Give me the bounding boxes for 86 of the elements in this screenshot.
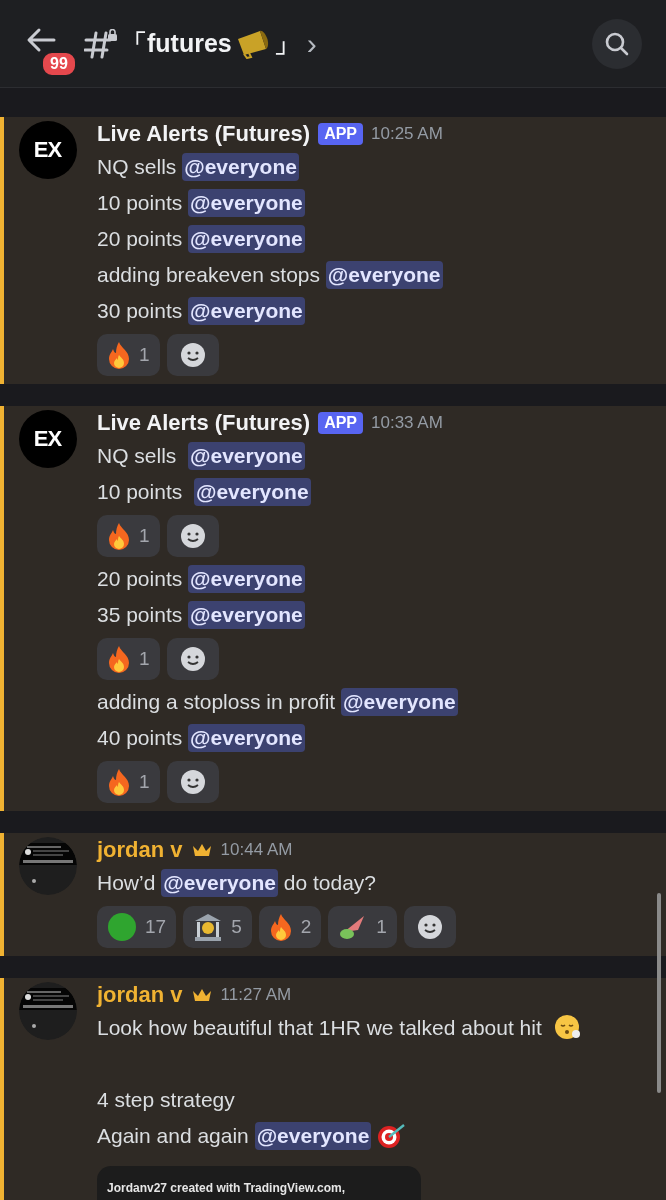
message-text: 30 points — [97, 299, 184, 323]
reaction-chip[interactable]: 5 — [183, 906, 252, 948]
reaction-count: 2 — [300, 916, 312, 938]
mention[interactable]: @everyone — [188, 189, 305, 217]
message-text: NQ sells — [97, 155, 178, 179]
mention[interactable]: @everyone — [325, 261, 443, 289]
message-text: 20 points — [97, 567, 184, 591]
author-name[interactable]: Live Alerts (Futures) — [97, 410, 311, 436]
mention[interactable]: @everyone — [188, 601, 305, 629]
reaction-chip[interactable]: 1 — [97, 515, 160, 557]
embed-card[interactable]: Jordanv27 created with TradingView.com, — [97, 1166, 421, 1200]
reaction-chip[interactable]: 1 — [97, 761, 160, 803]
circle-emoji-icon — [107, 912, 137, 942]
timestamp: 11:27 AM — [220, 985, 292, 1005]
reaction-count: 1 — [139, 525, 150, 547]
message-text: Again and again — [97, 1124, 250, 1148]
reaction-count: 5 — [231, 916, 242, 938]
mention[interactable]: @everyone — [161, 869, 278, 897]
reaction-chip[interactable]: 2 — [258, 906, 322, 948]
message-text: adding a stoploss in profit — [97, 690, 337, 714]
reaction-count: 1 — [139, 771, 150, 793]
add-reaction-button[interactable] — [166, 334, 219, 376]
locked-channel-icon — [84, 28, 118, 59]
app-tag: APP — [318, 123, 364, 145]
author-name[interactable]: Live Alerts (Futures) — [97, 121, 311, 147]
message-text: How’d — [97, 871, 157, 895]
message-text: 4 step strategy — [97, 1088, 235, 1112]
smiley-icon — [179, 646, 206, 672]
mention[interactable]: @everyone — [341, 688, 458, 716]
reaction-chip[interactable]: 17 — [97, 906, 177, 948]
mention[interactable]: @everyone — [188, 225, 305, 253]
avatar-logo[interactable]: EX — [18, 121, 77, 179]
fire-icon — [107, 341, 131, 369]
message-text: 10 points — [97, 480, 184, 504]
exhaling-face-icon — [553, 1014, 582, 1042]
mention[interactable]: @everyone — [193, 478, 311, 506]
mention[interactable]: @everyone — [188, 297, 305, 325]
mention[interactable]: @everyone — [188, 442, 305, 470]
back-button[interactable] — [26, 26, 58, 53]
fire-icon — [107, 768, 131, 796]
embed-caption: Jordanv27 created with TradingView.com, — [107, 1181, 346, 1195]
message-text: 20 points — [97, 227, 184, 251]
channel-name[interactable]: 「futures — [122, 27, 232, 60]
smiley-icon — [179, 342, 206, 368]
channel-name-bracket: 」 — [273, 28, 299, 59]
add-reaction-button[interactable] — [166, 761, 219, 803]
reaction-count: 17 — [145, 916, 167, 938]
unread-badge: 99 — [40, 50, 78, 78]
author-name[interactable]: jordan v — [97, 837, 183, 863]
message-text: NQ sells — [97, 444, 178, 468]
author-name[interactable]: jordan v — [97, 982, 183, 1008]
fire-icon — [268, 913, 293, 941]
smiley-icon — [179, 769, 206, 795]
search-button[interactable] — [592, 18, 642, 69]
timestamp: 10:44 AM — [220, 840, 293, 860]
add-reaction-button[interactable] — [166, 638, 219, 680]
smiley-icon — [179, 523, 206, 549]
add-reaction-button[interactable] — [403, 906, 456, 948]
reaction-count: 1 — [139, 648, 150, 670]
search-icon — [604, 30, 630, 57]
reaction-chip[interactable]: 1 — [97, 638, 160, 680]
fire-icon — [107, 645, 131, 673]
message-text: do today? — [282, 871, 376, 895]
chevron-icon[interactable]: › — [306, 26, 317, 61]
scrollbar[interactable] — [657, 893, 661, 1093]
timestamp: 10:25 AM — [371, 124, 443, 144]
avatar-logo[interactable]: EX — [18, 410, 77, 468]
add-reaction-button[interactable] — [166, 515, 219, 557]
reaction-count: 1 — [139, 344, 150, 366]
reaction-count: 1 — [376, 916, 387, 938]
message-text: 10 points — [97, 191, 184, 215]
reaction-chip[interactable]: 1 — [328, 906, 397, 948]
timestamp: 10:33 AM — [371, 413, 443, 433]
message-text: adding breakeven stops — [97, 263, 321, 287]
message-text: Look how beautiful that 1HR we talked about hit — [97, 1016, 543, 1040]
reaction-chip[interactable]: 1 — [97, 334, 160, 376]
mention[interactable]: @everyone — [188, 724, 305, 752]
message-text: 40 points — [97, 726, 184, 750]
mention[interactable]: @everyone — [182, 153, 299, 181]
mention[interactable]: @everyone — [188, 565, 305, 593]
bank-icon — [193, 912, 224, 942]
smiley-icon — [416, 914, 443, 940]
message-text: 35 points — [97, 603, 184, 627]
fire-icon — [107, 522, 131, 550]
mention[interactable]: @everyone — [254, 1122, 372, 1150]
app-tag: APP — [318, 412, 364, 434]
